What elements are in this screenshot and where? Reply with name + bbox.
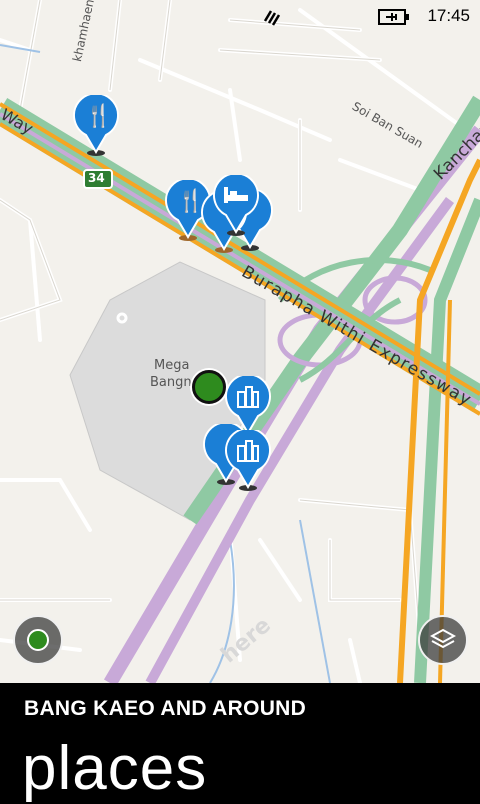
locate-me-button[interactable]	[13, 615, 63, 665]
status-time: 17:45	[427, 6, 470, 25]
place-label-mega-2: Bangn	[150, 375, 192, 390]
layers-icon	[429, 628, 457, 656]
locate-me-icon	[27, 629, 49, 651]
page-title: places	[22, 734, 208, 803]
hotel-pin[interactable]	[212, 175, 260, 237]
place-label-mega-1: Mega	[154, 358, 190, 373]
restaurant-pin[interactable]: 🍴	[72, 95, 120, 157]
shopping-pin[interactable]	[224, 430, 272, 492]
status-bar: 17:45	[0, 0, 480, 34]
network-sync-icon	[262, 7, 282, 31]
map-view[interactable]: 17:45 khamhaeng 2 R Way Soi Ban Suan Kan…	[0, 0, 480, 683]
fork-knife-icon: 🍴	[85, 104, 113, 129]
route-shield-label: 34	[88, 171, 105, 185]
current-location-icon[interactable]	[192, 370, 226, 404]
battery-charging-icon	[378, 9, 410, 29]
layers-button[interactable]	[418, 615, 468, 665]
area-subtitle: BANG KAEO AND AROUND	[24, 697, 307, 720]
places-panel: BANG KAEO AND AROUND places	[0, 683, 480, 803]
